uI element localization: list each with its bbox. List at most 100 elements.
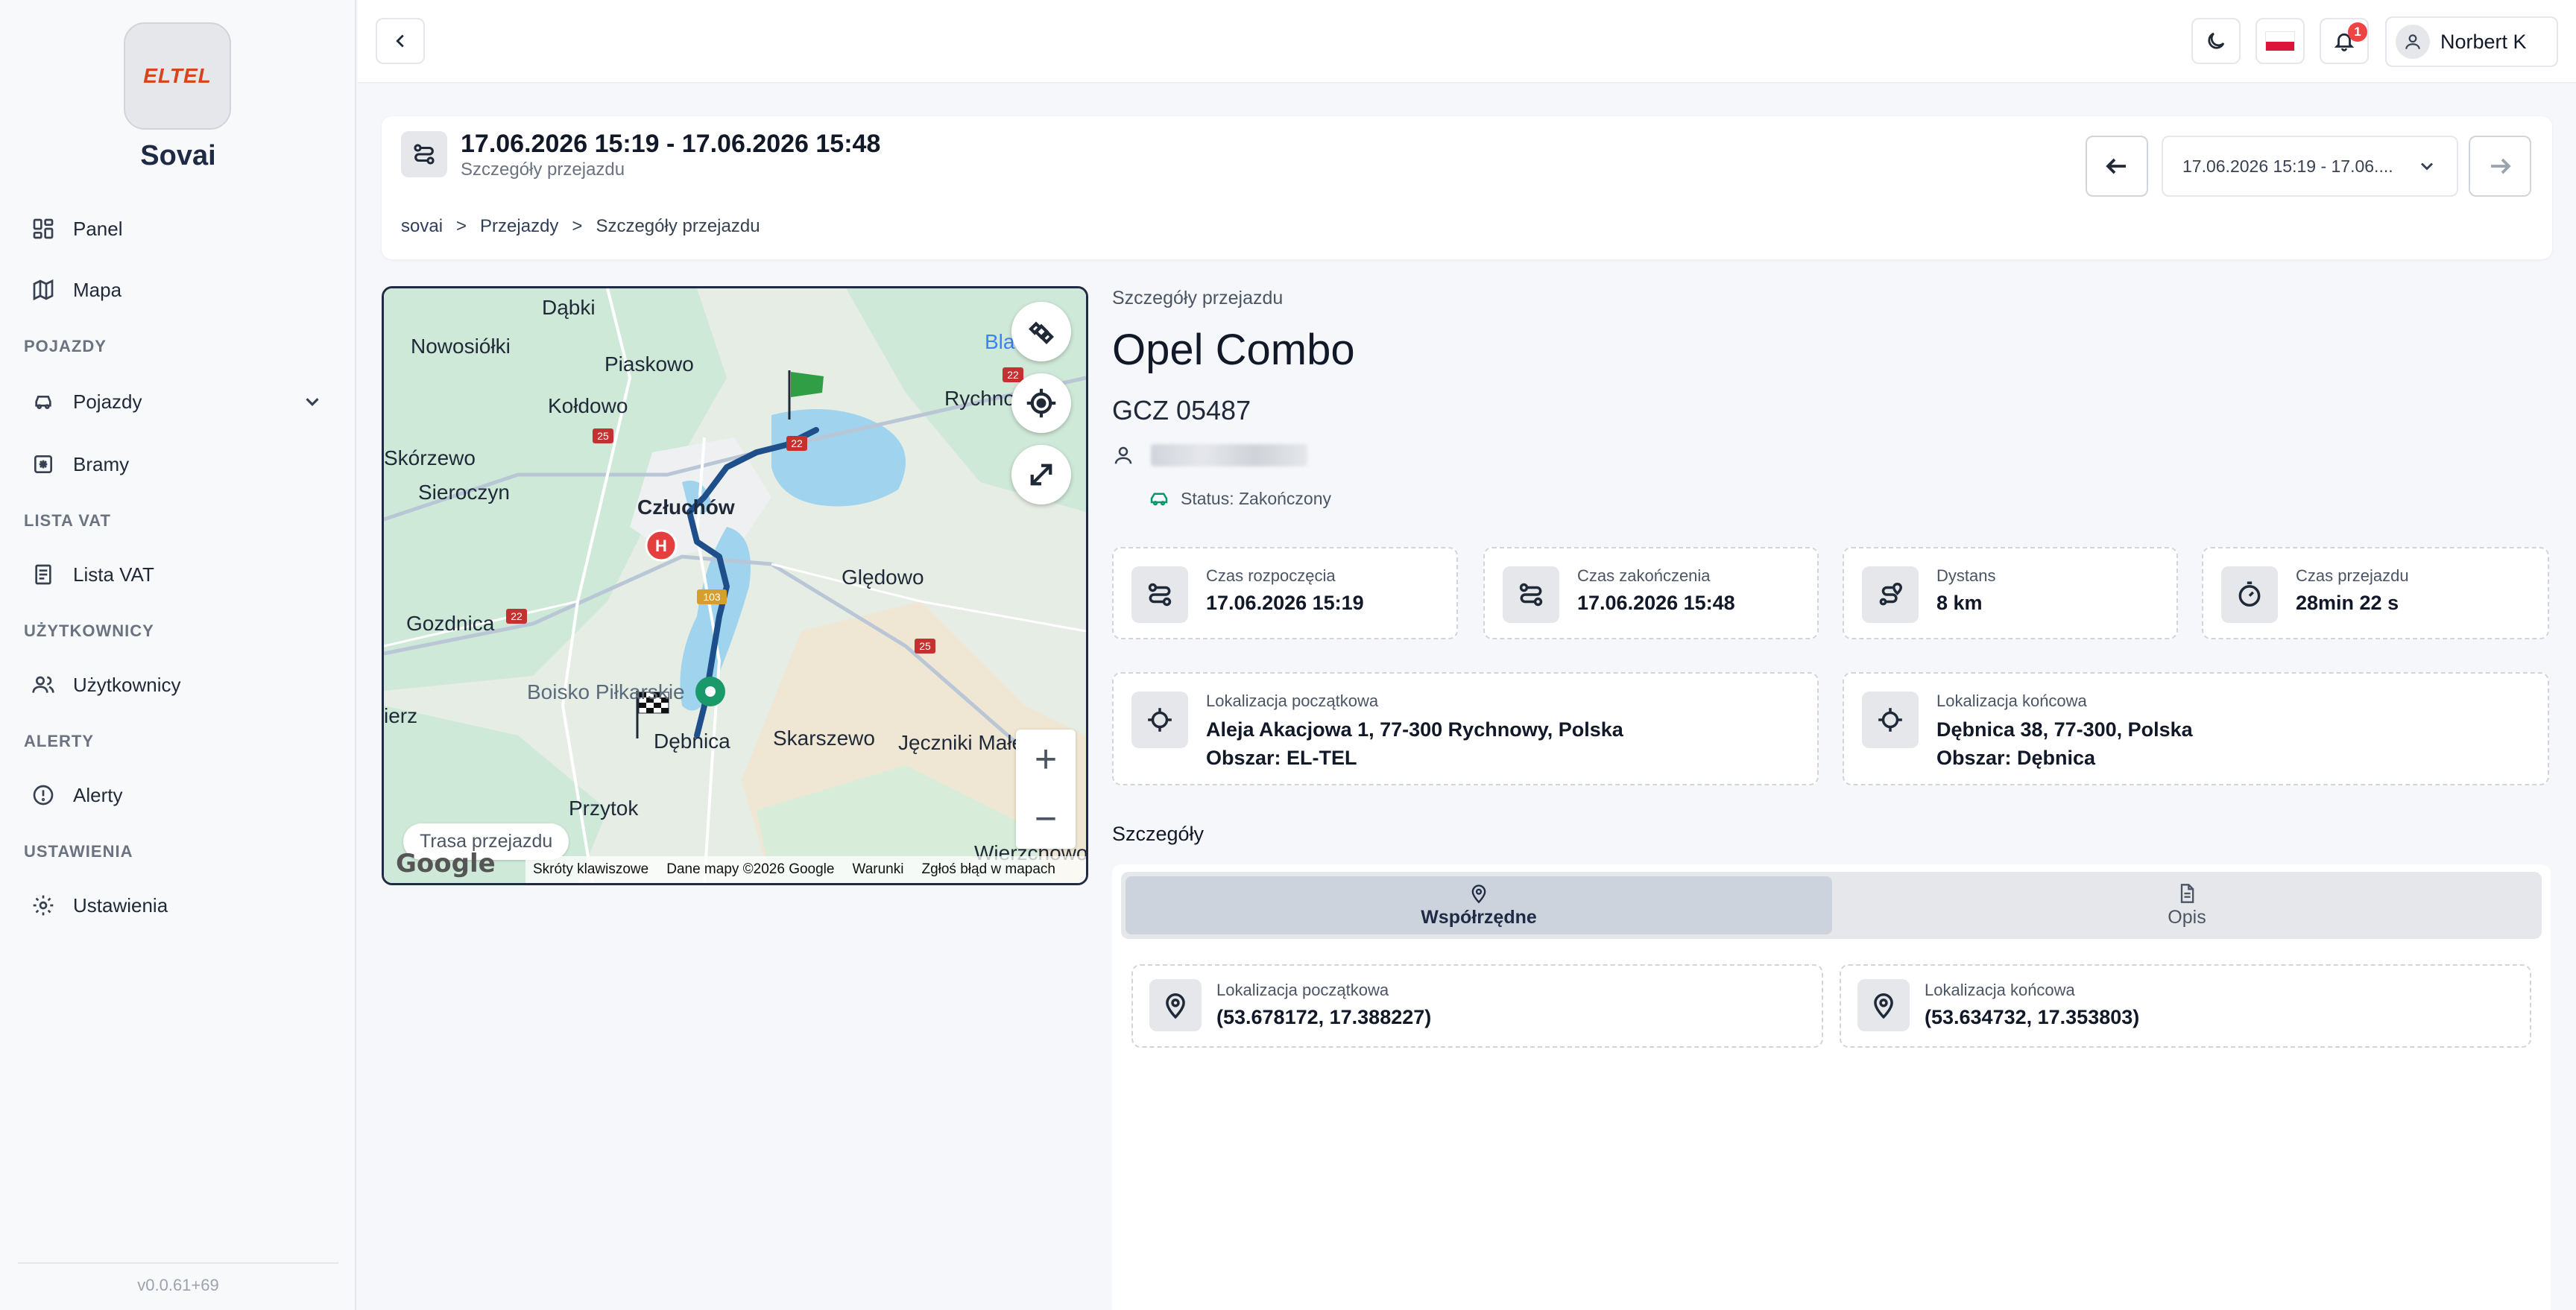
driver-name-redacted bbox=[1151, 444, 1307, 466]
sidebar-item-uzytkownicy[interactable]: Użytkownicy bbox=[31, 666, 180, 703]
road-badge: 25 bbox=[919, 640, 931, 652]
map-footer-report[interactable]: Zgłoś błąd w mapach bbox=[921, 861, 1055, 878]
next-trip-button[interactable] bbox=[2469, 136, 2531, 197]
top-bar: 1 Norbert K bbox=[358, 0, 2576, 83]
flag-red-stripe bbox=[2266, 42, 2294, 51]
user-name: Norbert K bbox=[2440, 30, 2527, 53]
map-label: Skórzewo bbox=[384, 446, 476, 469]
distance-card: Dystans 8 km bbox=[1843, 547, 2178, 639]
route-icon bbox=[1148, 583, 1172, 607]
status-text: Status: Zakończony bbox=[1181, 488, 1331, 508]
theme-toggle-button[interactable] bbox=[2191, 18, 2241, 64]
back-button[interactable] bbox=[376, 18, 425, 64]
user-menu-button[interactable]: Norbert K bbox=[2385, 16, 2558, 67]
chevron-left-icon bbox=[396, 34, 404, 48]
details-tabs-panel: Współrzędne Opis Lokalizacja początkowa … bbox=[1112, 864, 2551, 1310]
tab-description[interactable]: Opis bbox=[1837, 876, 2537, 934]
road-badge: 22 bbox=[1007, 369, 1019, 381]
arrow-right-icon bbox=[2491, 158, 2511, 174]
stat-value: 17.06.2026 15:48 bbox=[1577, 592, 1735, 614]
map-label: Dębnica bbox=[654, 730, 730, 753]
chevron-down-icon[interactable] bbox=[301, 390, 323, 413]
map-label: Człuchów bbox=[637, 496, 735, 519]
notifications-button[interactable]: 1 bbox=[2320, 18, 2369, 64]
fullscreen-button[interactable] bbox=[1011, 445, 1071, 504]
user-icon bbox=[1114, 446, 1132, 464]
map-pin-icon-box bbox=[1857, 979, 1910, 1031]
users-icon bbox=[32, 676, 54, 693]
timer-icon-box bbox=[2221, 566, 2278, 623]
trip-map[interactable]: 25 22 22 22 103 25 H Dąbki Nowosiółki Pi… bbox=[382, 286, 1088, 885]
map-label: Bla bbox=[985, 330, 1015, 353]
tab-list: Współrzędne Opis bbox=[1121, 872, 2542, 939]
sidebar-item-ustawienia[interactable]: Ustawienia bbox=[31, 887, 168, 924]
map-pin-icon-box bbox=[1149, 979, 1202, 1031]
app-version: v0.0.61+69 bbox=[137, 1276, 219, 1294]
zoom-out-button[interactable]: − bbox=[1016, 789, 1076, 849]
sidebar-item-pojazdy[interactable]: Pojazdy bbox=[31, 383, 142, 420]
route-icon bbox=[1519, 583, 1543, 607]
route-icon bbox=[414, 144, 435, 165]
map-label: Dąbki bbox=[542, 296, 596, 319]
flag-white-stripe bbox=[2266, 32, 2294, 42]
route-icon-box bbox=[1503, 566, 1559, 623]
alert-icon bbox=[33, 785, 54, 806]
map-footer-data: Dane mapy ©2026 Google bbox=[666, 861, 835, 877]
locate-button[interactable] bbox=[1011, 373, 1071, 433]
road-badge: 25 bbox=[597, 430, 609, 442]
sidebar-item-panel[interactable]: Panel bbox=[31, 210, 123, 247]
location-label: Lokalizacja końcowa bbox=[1936, 692, 2087, 710]
map-footer: Skróty klawiszowe Dane mapy ©2026 Google… bbox=[525, 856, 1086, 883]
road-badge: 103 bbox=[703, 591, 721, 603]
map-footer-terms[interactable]: Warunki bbox=[852, 861, 903, 878]
map-footer-shortcuts[interactable]: Skróty klawiszowe bbox=[533, 861, 648, 878]
breadcrumb-separator: > bbox=[456, 216, 467, 236]
car-icon bbox=[1150, 493, 1168, 506]
company-logo[interactable]: ELTEL bbox=[124, 22, 231, 130]
crosshair-icon-box bbox=[1862, 692, 1919, 748]
page-subtitle: Szczegóły przejazdu bbox=[461, 159, 625, 180]
sidebar-item-lista-vat[interactable]: Lista VAT bbox=[31, 556, 154, 593]
google-logo: Google bbox=[396, 849, 496, 879]
breadcrumb-separator: > bbox=[572, 216, 583, 236]
breadcrumb-sovai[interactable]: sovai bbox=[401, 216, 443, 237]
map-label: ierz bbox=[384, 704, 418, 727]
arrow-left-icon bbox=[2106, 158, 2126, 174]
gear-icon bbox=[33, 895, 54, 916]
sidebar-item-label: Bramy bbox=[73, 452, 130, 475]
map-icon bbox=[33, 279, 54, 301]
stat-value: 17.06.2026 15:19 bbox=[1206, 592, 1364, 614]
map-label: Gozdnica bbox=[406, 612, 495, 635]
car-icon bbox=[35, 396, 51, 409]
sidebar-item-label: Mapa bbox=[73, 278, 122, 301]
map-label: Sieroczyn bbox=[418, 481, 510, 504]
breadcrumb-przejazdy[interactable]: Przejazdy bbox=[480, 216, 558, 237]
map-pin-icon bbox=[1471, 884, 1486, 903]
distance-icon bbox=[1879, 583, 1902, 606]
end-location-card: Lokalizacja końcowa Dębnica 38, 77-300, … bbox=[1843, 672, 2549, 785]
map-label: Boisko Piłkarskie bbox=[527, 680, 685, 703]
stat-label: Dystans bbox=[1936, 566, 1996, 585]
location-address: Aleja Akacjowa 1, 77-300 Rychnowy, Polsk… bbox=[1206, 718, 1623, 741]
sidebar-item-alerty[interactable]: Alerty bbox=[31, 776, 122, 814]
zoom-in-button[interactable]: + bbox=[1016, 730, 1076, 789]
end-time-card: Czas zakończenia 17.06.2026 15:48 bbox=[1483, 547, 1819, 639]
previous-trip-button[interactable] bbox=[2086, 136, 2148, 197]
map-background: 25 22 22 22 103 25 H bbox=[384, 288, 1086, 883]
map-label: Przytok bbox=[569, 797, 639, 820]
map-label: Jęczniki Małe bbox=[898, 731, 1024, 754]
nav-section-uzytkownicy: UŻYTKOWNICY bbox=[24, 621, 154, 640]
trip-select[interactable]: 17.06.2026 15:19 - 17.06.... bbox=[2162, 136, 2458, 197]
language-button[interactable] bbox=[2255, 18, 2305, 64]
sidebar-item-mapa[interactable]: Mapa bbox=[31, 271, 121, 308]
sidebar-item-label: Pojazdy bbox=[73, 390, 142, 413]
sidebar: ELTEL Sovai Panel Mapa POJAZDY Pojazdy B… bbox=[0, 0, 356, 1310]
location-address: Dębnica 38, 77-300, Polska bbox=[1936, 718, 2193, 741]
satellite-toggle-button[interactable] bbox=[1011, 302, 1071, 361]
start-time-card: Czas rozpoczęcia 17.06.2026 15:19 bbox=[1112, 547, 1458, 639]
sidebar-item-bramy[interactable]: Bramy bbox=[31, 446, 129, 483]
tab-coordinates[interactable]: Współrzędne bbox=[1126, 876, 1832, 934]
details-section-label: Szczegóły przejazdu bbox=[1112, 288, 1284, 308]
driver-row bbox=[1112, 444, 1307, 466]
map-label: Piaskowo bbox=[604, 352, 694, 376]
